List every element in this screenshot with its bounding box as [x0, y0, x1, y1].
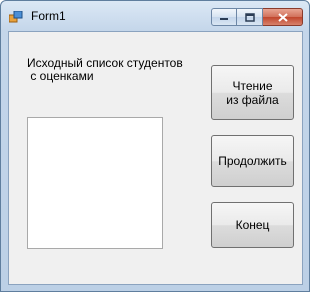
- title-bar[interactable]: Form1: [1, 1, 309, 31]
- end-button[interactable]: Конец: [211, 202, 294, 248]
- maximize-button[interactable]: [237, 8, 263, 26]
- app-icon: [8, 10, 23, 23]
- maximize-icon: [244, 12, 255, 22]
- students-list-label: Исходный список студентов с оценками: [27, 56, 183, 83]
- continue-button[interactable]: Продолжить: [211, 135, 294, 187]
- form-client-area: Исходный список студентов с оценками Чте…: [8, 31, 303, 285]
- minimize-button[interactable]: [211, 8, 237, 26]
- close-icon: [277, 12, 288, 22]
- window-title: Form1: [31, 9, 66, 23]
- minimize-icon: [220, 18, 228, 20]
- read-from-file-button[interactable]: Чтение из файла: [211, 65, 294, 120]
- close-button[interactable]: [263, 8, 303, 26]
- caption-buttons: [211, 8, 303, 26]
- form1-window: Form1 Исходный список студентов с оценка…: [0, 0, 310, 292]
- students-listbox[interactable]: [27, 117, 163, 249]
